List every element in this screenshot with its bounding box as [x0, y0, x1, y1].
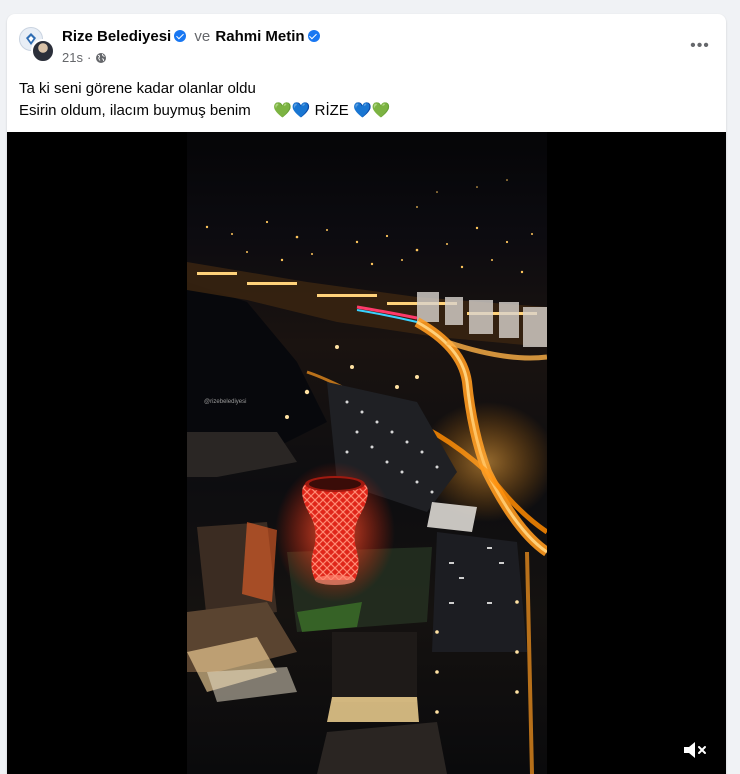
post-card: Rize Belediyesi ve Rahmi Metin 21s · •••… [7, 14, 726, 774]
night-city-aerial-image [187, 179, 547, 774]
author-name-rize-belediyesi[interactable]: Rize Belediyesi [62, 28, 171, 45]
post-hashtag-rize: RİZE [314, 102, 349, 119]
avatar-rahmi-metin[interactable] [31, 39, 55, 63]
post-text-line-2-body: Esirin oldum, ilacım buymuş benim [19, 102, 251, 119]
blue-heart-emoji: 💙 [291, 102, 311, 119]
green-heart-emoji: 💚 [273, 102, 292, 119]
author-name-rahmi-metin[interactable]: Rahmi Metin [215, 28, 304, 45]
blue-heart-emoji: 💙 [352, 102, 372, 119]
author-names: Rize Belediyesi ve Rahmi Metin [62, 27, 323, 47]
post-text-line-1: Ta ki seni görene kadar olanlar oldu [19, 80, 256, 97]
verified-badge-icon [174, 30, 187, 42]
verified-badge-icon [307, 30, 320, 42]
post-text: Ta ki seni görene kadar olanlar oldu Esi… [19, 78, 390, 122]
post-header: Rize Belediyesi ve Rahmi Metin 21s · ••• [7, 14, 726, 74]
post-meta: 21s · [62, 50, 107, 65]
video-frame[interactable]: @rizebelediyesi [187, 132, 547, 774]
author-avatars[interactable] [19, 27, 55, 63]
post-timestamp[interactable]: 21s [62, 50, 83, 65]
globe-icon [96, 52, 107, 63]
green-heart-emoji: 💚 [371, 102, 391, 119]
author-conjunction: ve [194, 28, 211, 45]
video-watermark: @rizebelediyesi [204, 399, 247, 405]
more-options-icon[interactable]: ••• [690, 36, 710, 56]
post-text-line-2: Esirin oldum, ilacım buymuş benim 💚💙 RİZ… [19, 100, 390, 122]
video-player[interactable]: @rizebelediyesi [7, 132, 726, 774]
meta-separator: · [86, 50, 92, 65]
speaker-muted-icon[interactable] [682, 739, 708, 761]
